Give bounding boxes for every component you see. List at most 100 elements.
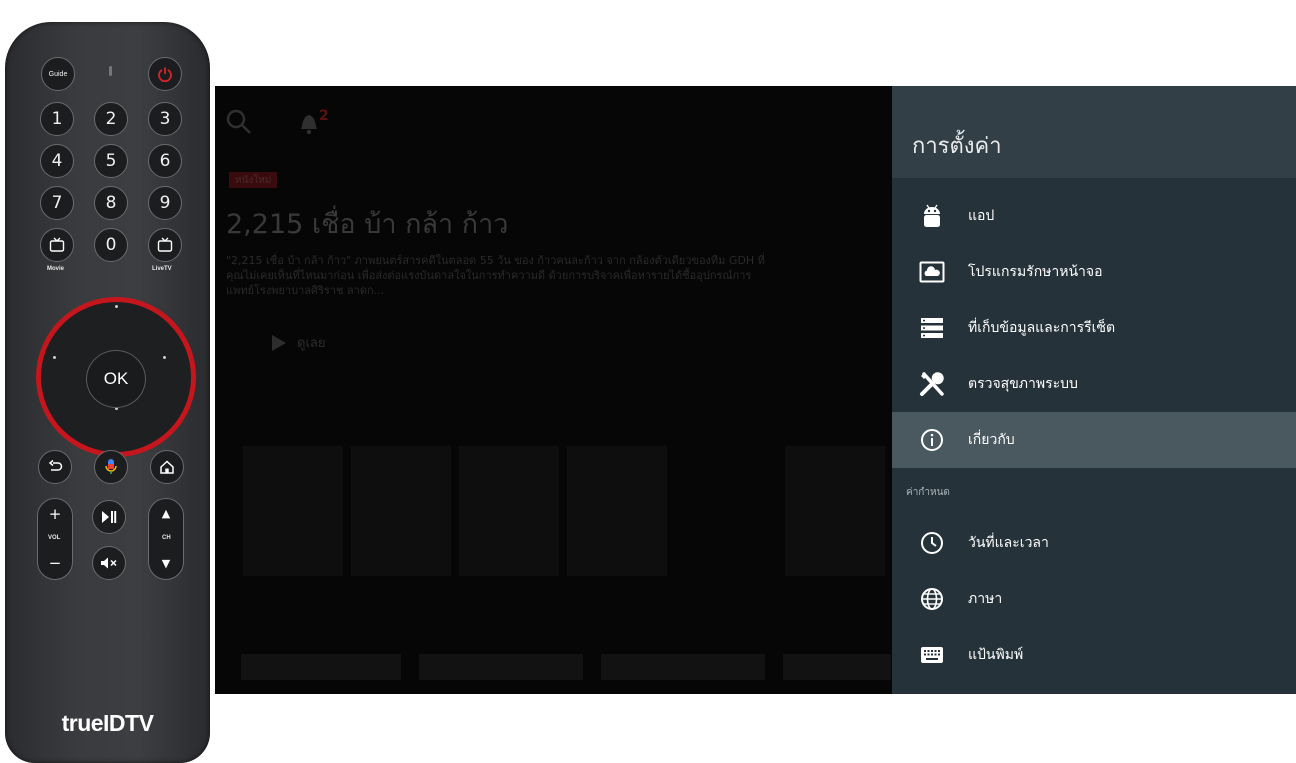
dpad-left[interactable]: [53, 356, 56, 359]
number-button-2[interactable]: 2: [94, 102, 128, 136]
channel-up-icon[interactable]: ▲: [149, 507, 183, 520]
volume-up-icon[interactable]: +: [38, 505, 72, 523]
content-row-tile[interactable]: [241, 654, 401, 680]
settings-item-label: โปรแกรมรักษาหน้าจอ: [968, 264, 1103, 280]
settings-item-label: ภาษา: [968, 591, 1003, 607]
notification-count: 2: [319, 108, 329, 124]
brand-logo: trueIDTV: [61, 710, 154, 736]
tv-icon: [157, 237, 173, 252]
back-button[interactable]: [38, 450, 72, 484]
content-thumbnail[interactable]: [243, 446, 343, 576]
play-now-label: ดูเลย: [297, 336, 326, 351]
settings-item-label: วันที่และเวลา: [968, 535, 1049, 551]
settings-item-label: แอป: [968, 208, 995, 224]
mute-button[interactable]: [92, 546, 126, 580]
settings-panel: การตั้งค่า แอป โปรแกรมรักษาหน้าจอ ที่เก็…: [892, 86, 1296, 694]
mute-icon: [101, 557, 117, 569]
remote-control: Guide 1 2 3 4 5 6 7 8 9 0 Movie LiveTV O…: [5, 22, 210, 763]
storage-icon: [921, 318, 943, 338]
channel-label: CH: [162, 535, 171, 541]
settings-item-label: เกี่ยวกับ: [968, 432, 1015, 448]
search-icon[interactable]: [225, 108, 253, 136]
volume-label: VOL: [48, 535, 61, 541]
movie-label: Movie: [47, 266, 65, 272]
number-5-label: 5: [105, 151, 117, 171]
dpad-up[interactable]: [115, 305, 118, 308]
number-4-label: 4: [51, 151, 63, 171]
settings-item-keyboard[interactable]: แป้นพิมพ์: [892, 627, 1296, 683]
settings-item-label: แป้นพิมพ์: [968, 647, 1024, 663]
clock-icon: [921, 532, 943, 554]
settings-item-apps[interactable]: แอป: [892, 188, 1296, 244]
notification-bell-icon[interactable]: [298, 109, 320, 135]
number-1-label: 1: [51, 109, 63, 129]
play-icon: [272, 334, 286, 351]
number-button-1[interactable]: 1: [40, 102, 74, 136]
play-pause-button[interactable]: [92, 500, 126, 534]
power-button[interactable]: [148, 57, 182, 91]
content-row-tile[interactable]: [601, 654, 765, 680]
settings-title: การตั้งค่า: [912, 134, 1002, 159]
number-6-label: 6: [159, 151, 171, 171]
settings-item-screensaver[interactable]: โปรแกรมรักษาหน้าจอ: [892, 244, 1296, 300]
volume-down-icon[interactable]: −: [38, 554, 72, 572]
guide-button-label: Guide: [48, 70, 68, 78]
number-3-label: 3: [159, 109, 171, 129]
settings-item-language[interactable]: ภาษา: [892, 571, 1296, 627]
settings-item-label: ตรวจสุขภาพระบบ: [968, 376, 1078, 392]
settings-header: การตั้งค่า: [892, 86, 1296, 178]
number-2-label: 2: [105, 109, 117, 129]
info-icon: [921, 429, 943, 451]
number-button-4[interactable]: 4: [40, 144, 74, 178]
hero-description: "2,215 เชื่อ บ้า กล้า ก้าว" ภาพยนตร์สารค…: [226, 254, 765, 297]
power-icon: [158, 67, 172, 82]
number-button-9[interactable]: 9: [148, 186, 182, 220]
mic-indicator: [109, 66, 112, 76]
number-0-label: 0: [105, 235, 117, 255]
channel-rocker[interactable]: ▲ CH ▼: [148, 498, 184, 580]
voice-button[interactable]: [94, 450, 128, 484]
content-thumbnail[interactable]: [567, 446, 667, 576]
android-icon: [924, 204, 940, 227]
number-button-5[interactable]: 5: [94, 144, 128, 178]
dpad-right[interactable]: [163, 356, 166, 359]
number-button-7[interactable]: 7: [40, 186, 74, 220]
content-thumbnail[interactable]: [351, 446, 451, 576]
movie-button[interactable]: [40, 228, 74, 262]
back-icon: [48, 459, 63, 471]
number-9-label: 9: [159, 193, 171, 213]
screensaver-icon: [919, 261, 945, 283]
settings-item-about[interactable]: เกี่ยวกับ: [892, 412, 1296, 468]
channel-down-icon[interactable]: ▼: [149, 557, 183, 570]
guide-button[interactable]: Guide: [41, 57, 75, 91]
number-8-label: 8: [105, 193, 117, 213]
volume-rocker[interactable]: + VOL −: [37, 498, 73, 580]
keyboard-icon: [921, 647, 943, 663]
content-thumbnail[interactable]: [459, 446, 559, 576]
number-button-3[interactable]: 3: [148, 102, 182, 136]
ok-button[interactable]: OK: [86, 350, 146, 408]
settings-item-date-time[interactable]: วันที่และเวลา: [892, 515, 1296, 571]
settings-item-system-check[interactable]: ตรวจสุขภาพระบบ: [892, 356, 1296, 412]
content-row-tile[interactable]: [783, 654, 891, 680]
number-button-8[interactable]: 8: [94, 186, 128, 220]
new-movie-badge: หนังใหม่: [229, 172, 278, 188]
ok-label: OK: [103, 369, 129, 388]
tv-screen: 2 หนังใหม่ 2,215 เชื่อ บ้า กล้า ก้าว "2,…: [215, 86, 1296, 694]
hero-title: 2,215 เชื่อ บ้า กล้า ก้าว: [226, 209, 509, 240]
microphone-icon: [105, 459, 117, 474]
settings-item-label: ที่เก็บข้อมูลและการรีเซ็ต: [968, 320, 1116, 336]
play-pause-icon: [102, 511, 117, 523]
content-row-tile[interactable]: [419, 654, 583, 680]
number-7-label: 7: [51, 193, 63, 213]
settings-item-storage[interactable]: ที่เก็บข้อมูลและการรีเซ็ต: [892, 300, 1296, 356]
play-now-button[interactable]: ดูเลย: [271, 332, 325, 353]
livetv-label: LiveTV: [152, 266, 172, 272]
movie-icon: [49, 237, 65, 252]
number-button-0[interactable]: 0: [94, 228, 128, 262]
content-thumbnail[interactable]: [785, 446, 885, 576]
tools-icon: [920, 372, 944, 396]
livetv-button[interactable]: [148, 228, 182, 262]
home-button[interactable]: [150, 450, 184, 484]
number-button-6[interactable]: 6: [148, 144, 182, 178]
